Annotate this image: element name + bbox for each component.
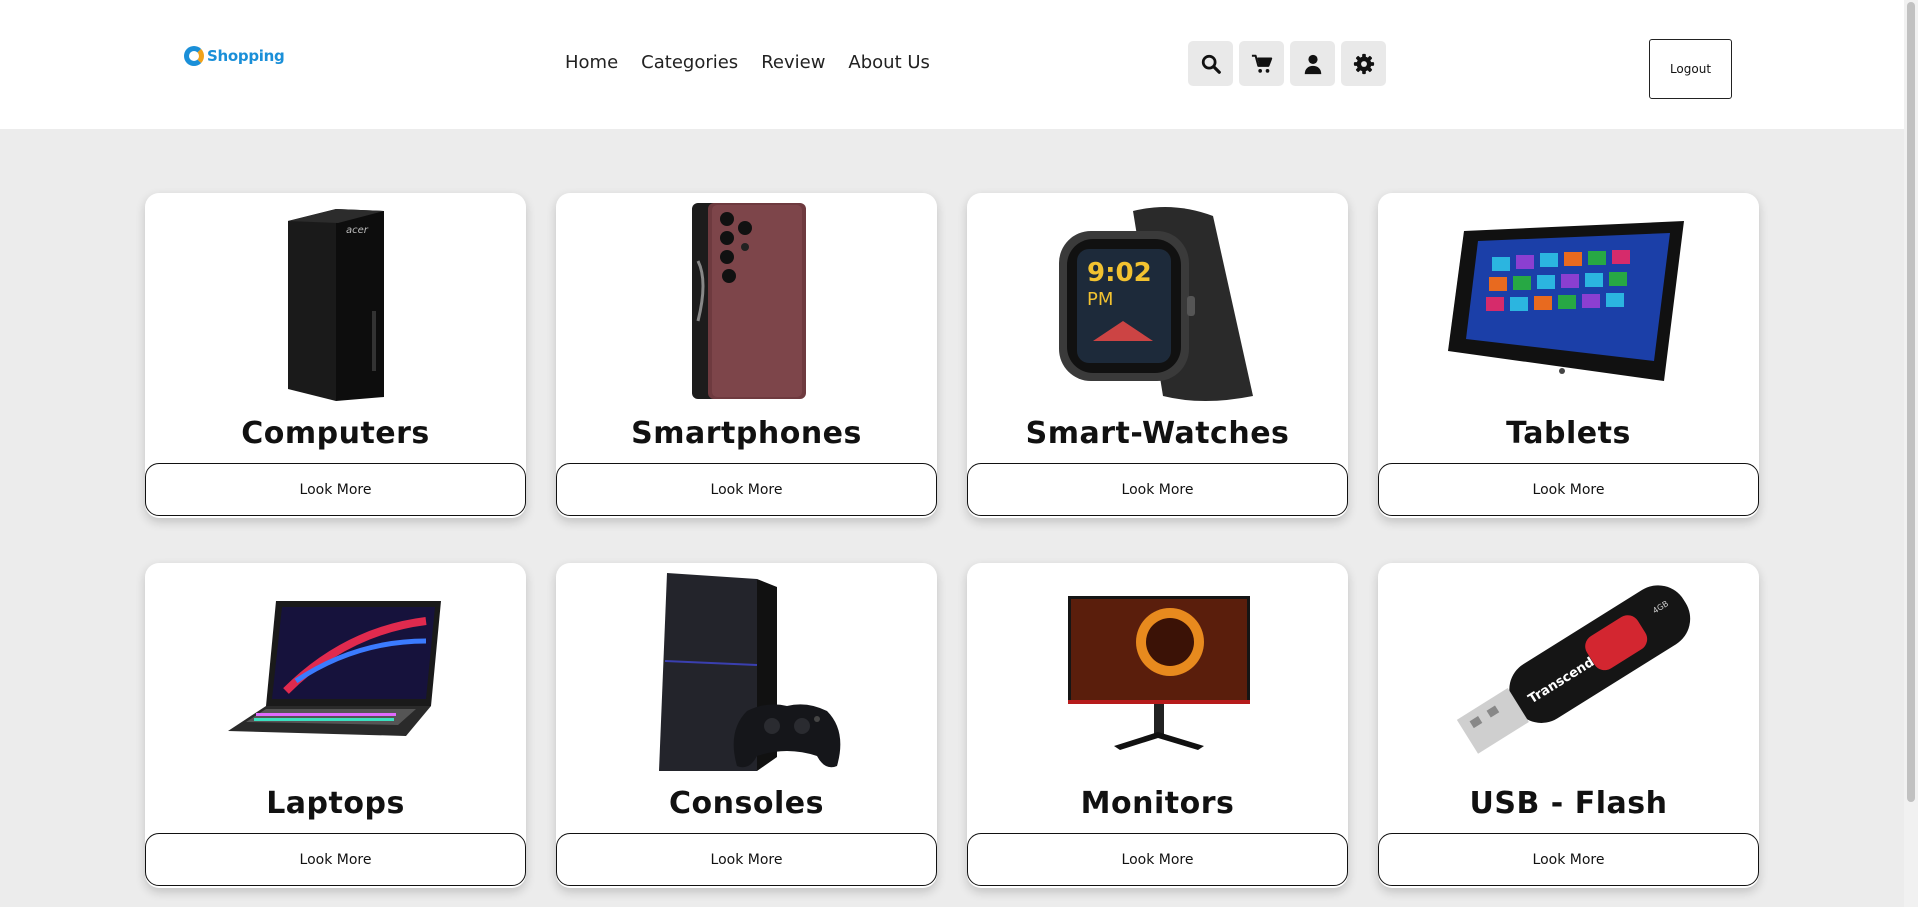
laptop-image [145,571,526,771]
scrollbar[interactable] [1904,0,1918,907]
header-icon-buttons [1188,41,1386,86]
search-button[interactable] [1188,41,1233,86]
user-icon [1304,54,1321,74]
smartphone-image [556,201,937,401]
look-more-button[interactable]: Look More [967,463,1348,516]
category-title: Tablets [1506,416,1631,451]
smartwatch-image: 9:02 PM [967,201,1348,401]
category-card-consoles: Consoles Look More [556,563,937,888]
category-title: Consoles [669,786,824,821]
logo-icon [184,46,204,66]
site-header: Shopping Home Categories Review About Us [0,0,1904,129]
cart-button[interactable] [1239,41,1284,86]
look-more-button[interactable]: Look More [1378,463,1759,516]
category-card-usb-flash: Transcend 4GB USB - Flash Look More [1378,563,1759,888]
category-card-computers: acer Computers Look More [145,193,526,518]
nav-review[interactable]: Review [761,52,825,73]
category-title: Monitors [1080,786,1235,821]
svg-text:acer: acer [346,225,369,236]
watch-time: 9:02 [1087,258,1152,288]
look-more-button[interactable]: Look More [556,463,937,516]
category-title: USB - Flash [1469,786,1668,821]
usb-flash-image: Transcend 4GB [1378,571,1759,771]
search-icon [1201,54,1221,74]
look-more-button[interactable]: Look More [145,463,526,516]
look-more-button[interactable]: Look More [967,833,1348,886]
look-more-button[interactable]: Look More [1378,833,1759,886]
nav-categories[interactable]: Categories [641,52,738,73]
category-card-monitors: Monitors Look More [967,563,1348,888]
gear-icon [1353,53,1374,74]
category-title: Computers [241,416,430,451]
scrollbar-thumb[interactable] [1907,2,1915,802]
category-card-smart-watches: 9:02 PM Smart-Watches Look More [967,193,1348,518]
settings-button[interactable] [1341,41,1386,86]
desktop-tower-image: acer [145,201,526,401]
logo[interactable]: Shopping [184,46,285,66]
look-more-button[interactable]: Look More [556,833,937,886]
category-card-tablets: Tablets Look More [1378,193,1759,518]
nav-home[interactable]: Home [565,52,618,73]
look-more-button[interactable]: Look More [145,833,526,886]
cart-icon [1251,54,1272,73]
category-card-smartphones: Smartphones Look More [556,193,937,518]
category-title: Laptops [266,786,405,821]
monitor-image [967,571,1348,771]
main-nav: Home Categories Review About Us [565,52,930,73]
watch-ampm: PM [1087,289,1113,310]
nav-about-us[interactable]: About Us [848,52,930,73]
console-image [556,571,937,771]
logout-button[interactable]: Logout [1649,39,1732,99]
category-title: Smartphones [631,416,862,451]
category-card-laptops: Laptops Look More [145,563,526,888]
account-button[interactable] [1290,41,1335,86]
tablet-image [1378,201,1759,401]
logo-text: Shopping [207,47,285,65]
category-title: Smart-Watches [1025,416,1290,451]
